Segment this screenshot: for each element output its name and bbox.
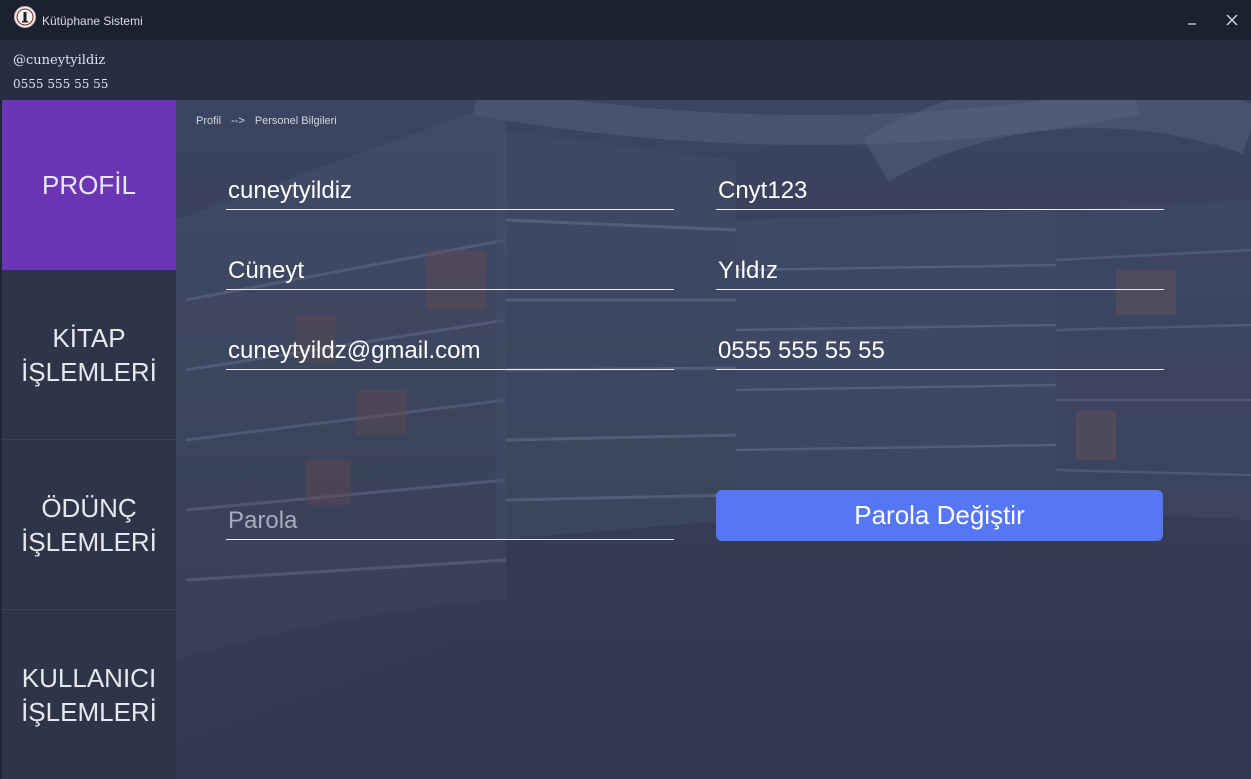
phone-field-wrapper — [716, 330, 1164, 370]
sidebar-item-label: ÖDÜNÇ İŞLEMLERİ — [21, 492, 157, 557]
password-display-field[interactable] — [718, 177, 1158, 205]
user-phone: 0555 555 55 55 — [13, 77, 109, 91]
phone-field[interactable] — [718, 337, 1158, 365]
last-name-field[interactable] — [718, 257, 1158, 285]
breadcrumb-separator: --> — [231, 115, 245, 127]
sidebar-item-label: KİTAP İŞLEMLERİ — [21, 322, 157, 387]
first-name-field[interactable] — [228, 257, 668, 285]
user-info-bar: @cuneytyildiz 0555 555 55 55 — [0, 40, 1251, 100]
close-icon — [1226, 14, 1238, 26]
username-field-wrapper — [226, 170, 674, 210]
sidebar-item-user-operations[interactable]: KULLANICI İŞLEMLERİ — [2, 610, 176, 779]
email-field[interactable] — [228, 337, 668, 365]
main-content: Profil --> Personel Bilgileri Parola Değ… — [176, 100, 1251, 779]
minimize-button[interactable] — [1178, 8, 1206, 32]
window-title: Kütüphane Sistemi — [42, 14, 143, 28]
app-window: Kütüphane Sistemi @cuneytyildiz 0555 555… — [0, 0, 1251, 779]
user-handle: @cuneytyildiz — [13, 53, 106, 68]
last-name-field-wrapper — [716, 250, 1164, 290]
sidebar-item-loan-operations[interactable]: ÖDÜNÇ İŞLEMLERİ — [2, 440, 176, 610]
close-button[interactable] — [1218, 8, 1246, 32]
breadcrumb: Profil --> Personel Bilgileri — [196, 115, 337, 127]
new-password-field-wrapper — [226, 500, 674, 540]
breadcrumb-item-profile[interactable]: Profil — [196, 115, 221, 127]
sidebar-item-book-operations[interactable]: KİTAP İŞLEMLERİ — [2, 270, 176, 440]
minimize-icon — [1188, 23, 1196, 25]
title-bar: Kütüphane Sistemi — [0, 0, 1251, 40]
sidebar-item-profile[interactable]: PROFİL — [2, 100, 176, 270]
sidebar: PROFİL KİTAP İŞLEMLERİ ÖDÜNÇ İŞLEMLERİ K… — [0, 100, 176, 779]
username-field[interactable] — [228, 177, 668, 205]
password-display-field-wrapper — [716, 170, 1164, 210]
first-name-field-wrapper — [226, 250, 674, 290]
breadcrumb-item-personal-info: Personel Bilgileri — [254, 115, 337, 127]
library-logo-icon — [14, 6, 36, 28]
change-password-button[interactable]: Parola Değiştir — [716, 490, 1163, 541]
new-password-field[interactable] — [228, 507, 668, 535]
sidebar-item-label: PROFİL — [42, 170, 136, 200]
email-field-wrapper — [226, 330, 674, 370]
sidebar-item-label: KULLANICI İŞLEMLERİ — [21, 663, 157, 727]
